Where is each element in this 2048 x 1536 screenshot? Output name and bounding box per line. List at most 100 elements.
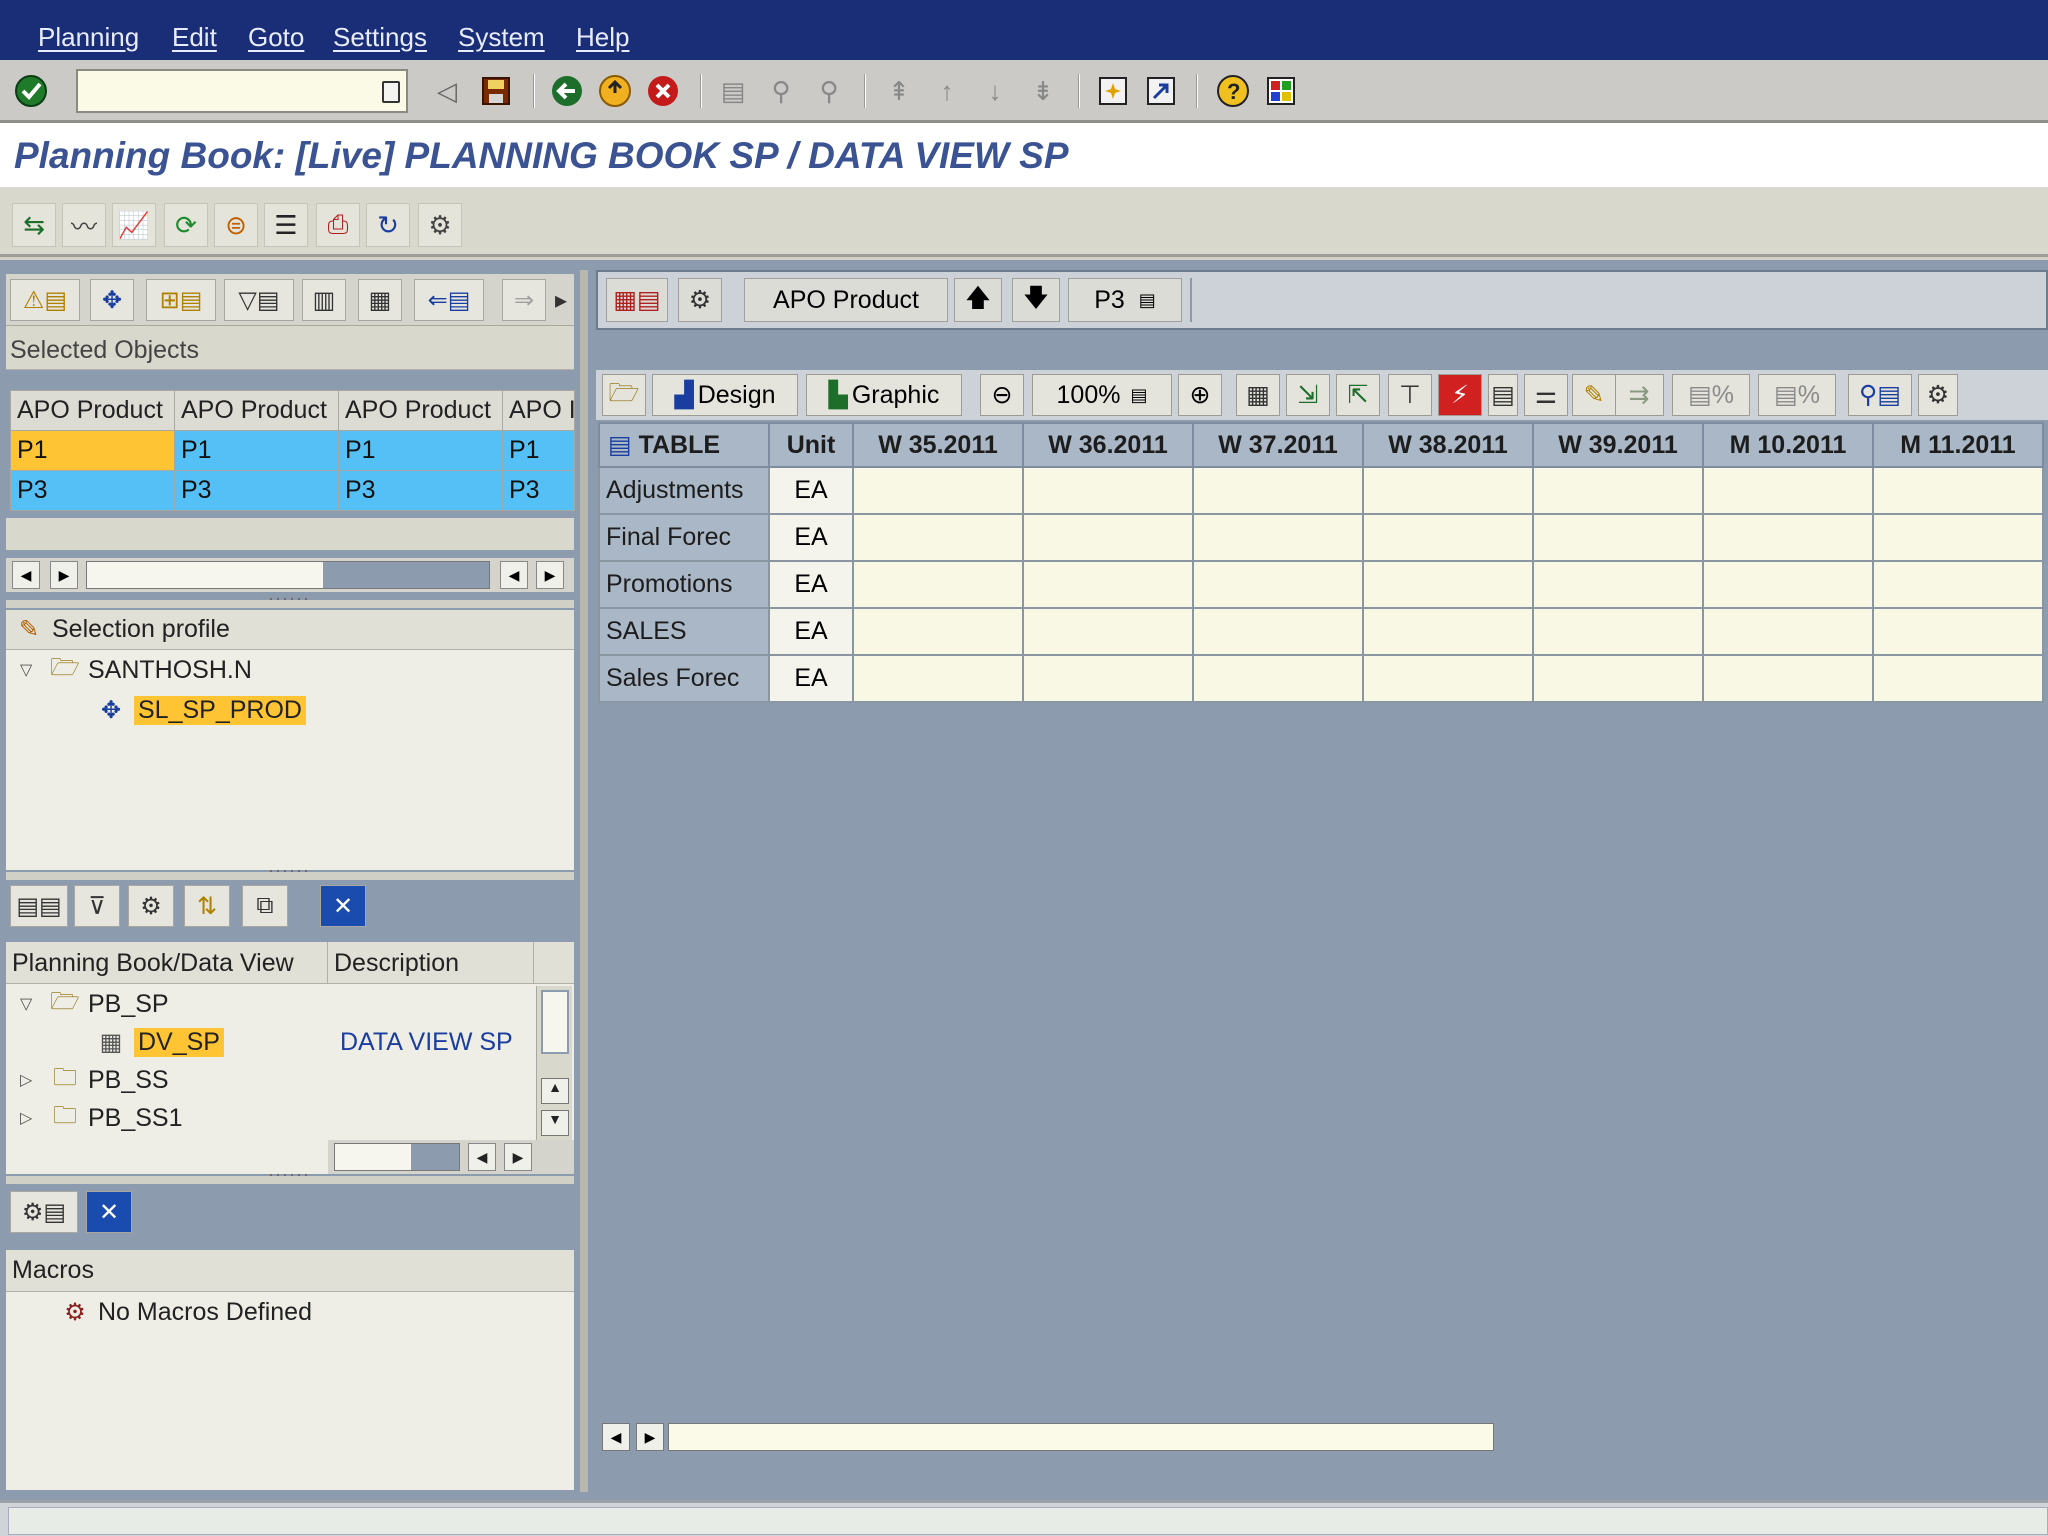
tree-node-user[interactable]: ▽ 🗁 SANTHOSH.N bbox=[6, 652, 252, 688]
tree-node-profile[interactable]: ✥ SL_SP_PROD bbox=[6, 692, 306, 728]
details-icon[interactable]: ▦ bbox=[358, 279, 402, 321]
grid-hscroll[interactable]: ◀ ▶ bbox=[598, 1420, 2048, 1454]
distribute-icon[interactable]: ⇉ bbox=[1614, 374, 1664, 416]
row-settings-icon[interactable]: ⚌ bbox=[1524, 374, 1568, 416]
table-row[interactable]: P1 P1 P1 P1 bbox=[10, 430, 575, 471]
alert-icon[interactable]: ⚡ bbox=[1438, 374, 1482, 416]
grid-settings-icon[interactable]: ⚙ bbox=[1918, 374, 1958, 416]
grid-cell[interactable] bbox=[1362, 560, 1534, 609]
key-figure-label[interactable]: Sales Forec bbox=[598, 654, 770, 703]
graphic-button[interactable]: ▙ Graphic bbox=[806, 374, 962, 416]
collapse-icon[interactable]: ▷ bbox=[20, 1108, 38, 1128]
search-grid-icon[interactable]: ⚲▤ bbox=[1848, 374, 1912, 416]
command-field[interactable] bbox=[76, 69, 408, 113]
open-folder-icon[interactable]: 🗁 bbox=[602, 374, 646, 416]
menu-goto[interactable]: Goto bbox=[248, 22, 304, 53]
zoom-dropdown[interactable]: 100% ▤ bbox=[1032, 374, 1172, 416]
load-selection-icon[interactable]: ⊞▤ bbox=[146, 279, 216, 321]
grid-cell[interactable] bbox=[1702, 607, 1874, 656]
scroll-thumb[interactable] bbox=[87, 562, 323, 588]
table-corner[interactable]: ▤ TABLE bbox=[598, 422, 770, 468]
key-figure-label[interactable]: SALES bbox=[598, 607, 770, 656]
menu-help[interactable]: Help bbox=[576, 22, 629, 53]
key-figure-label[interactable]: Promotions bbox=[598, 560, 770, 609]
alert-dropdown-icon[interactable]: ▤ bbox=[1488, 374, 1518, 416]
grid-cell[interactable] bbox=[852, 654, 1024, 703]
import-icon[interactable]: ⇱ bbox=[1336, 374, 1380, 416]
vertical-scrollbar[interactable]: ▲ ▼ bbox=[536, 986, 572, 1142]
design-button[interactable]: ▟ Design bbox=[652, 374, 798, 416]
table-cell[interactable]: P1 bbox=[174, 430, 339, 471]
save-icon[interactable] bbox=[477, 72, 515, 110]
column-header[interactable]: APO I bbox=[502, 390, 575, 431]
characteristic-value-field[interactable]: P3 ▤ bbox=[1068, 278, 1182, 322]
data-view-label[interactable]: DV_SP bbox=[134, 1027, 224, 1057]
sort-icon[interactable]: ⇅ bbox=[184, 885, 230, 927]
grid-cell[interactable] bbox=[1532, 560, 1704, 609]
enter-icon[interactable] bbox=[12, 72, 50, 110]
chart-tracking-icon[interactable]: 〰 bbox=[62, 203, 106, 247]
tree-node-pb-sp[interactable]: ▽ 🗁 PB_SP bbox=[6, 986, 169, 1022]
grid-cell[interactable] bbox=[1872, 513, 2044, 562]
scroll-left-icon[interactable]: ◀ bbox=[12, 561, 40, 589]
splitter[interactable] bbox=[6, 860, 574, 881]
grid-cell[interactable] bbox=[852, 513, 1024, 562]
show-selection-icon[interactable]: ⚠▤ bbox=[10, 279, 80, 321]
characteristic-button[interactable]: APO Product bbox=[744, 278, 948, 322]
grid-cell[interactable] bbox=[1022, 466, 1194, 515]
scroll-thumb[interactable] bbox=[668, 1423, 1494, 1451]
close-icon[interactable]: ✕ bbox=[86, 1191, 132, 1233]
graphic-icon[interactable]: 📈 bbox=[112, 203, 156, 247]
scroll-right-icon[interactable]: ▶ bbox=[536, 561, 564, 589]
grid-cell[interactable] bbox=[1872, 607, 2044, 656]
profile-node-label[interactable]: SL_SP_PROD bbox=[134, 695, 306, 725]
scroll-right-icon[interactable]: ▶ bbox=[50, 561, 78, 589]
value-help-icon[interactable]: ▤ bbox=[1139, 290, 1156, 311]
grid-cell[interactable] bbox=[1192, 654, 1364, 703]
period-header[interactable]: M 11.2011 bbox=[1872, 422, 2044, 468]
tree-node-pb-ss1[interactable]: ▷ 🗀 PB_SS1 bbox=[6, 1100, 183, 1136]
scroll-track[interactable] bbox=[334, 1143, 460, 1171]
scroll-up-icon[interactable]: ▲ bbox=[541, 1078, 569, 1104]
grid-cell[interactable] bbox=[1022, 560, 1194, 609]
grid-cell[interactable] bbox=[852, 466, 1024, 515]
hierarchy-icon[interactable]: ☰ bbox=[264, 203, 308, 247]
scroll-track[interactable] bbox=[86, 561, 490, 589]
switch-view-icon[interactable]: ⇆ bbox=[12, 203, 56, 247]
unit-header[interactable]: Unit bbox=[768, 422, 854, 468]
percent-copy-a-button[interactable]: ▤ % bbox=[1672, 374, 1750, 416]
command-input[interactable] bbox=[78, 71, 406, 111]
print-icon[interactable]: ▤ bbox=[714, 72, 752, 110]
grid-cell[interactable] bbox=[1702, 560, 1874, 609]
grid-cell[interactable] bbox=[1872, 466, 2044, 515]
zoom-out-icon[interactable]: ⊖ bbox=[980, 374, 1024, 416]
table-cell[interactable]: P1 bbox=[502, 430, 575, 471]
grid-cell[interactable] bbox=[1362, 607, 1534, 656]
find-planning-book-icon[interactable]: ⚙ bbox=[128, 885, 174, 927]
collapse-icon[interactable]: ▷ bbox=[20, 1070, 38, 1090]
table-cell[interactable]: P1 bbox=[10, 430, 175, 471]
grid-cell[interactable] bbox=[852, 560, 1024, 609]
grid-cell[interactable] bbox=[1702, 466, 1874, 515]
grid-cell[interactable] bbox=[1362, 654, 1534, 703]
grid-cell[interactable] bbox=[1192, 466, 1364, 515]
scroll-thumb[interactable] bbox=[541, 990, 569, 1054]
scroll-left-icon[interactable]: ◀ bbox=[468, 1143, 496, 1171]
find-next-icon[interactable]: ⚲ bbox=[810, 72, 848, 110]
grid-cell[interactable] bbox=[1022, 607, 1194, 656]
zoom-in-icon[interactable]: ⊕ bbox=[1178, 374, 1222, 416]
back-small-icon[interactable]: ◁ bbox=[428, 72, 466, 110]
key-figure-label[interactable]: Final Forec bbox=[598, 513, 770, 562]
shortcut-icon[interactable] bbox=[1142, 72, 1180, 110]
splitter[interactable] bbox=[6, 1164, 574, 1185]
grid-cell[interactable] bbox=[1872, 560, 2044, 609]
grid-cell[interactable] bbox=[1022, 654, 1194, 703]
splitter[interactable] bbox=[6, 588, 574, 609]
last-page-icon[interactable]: ⇟ bbox=[1024, 72, 1062, 110]
exit-icon[interactable] bbox=[596, 72, 634, 110]
grid-cell[interactable] bbox=[1022, 513, 1194, 562]
period-header[interactable]: W 35.2011 bbox=[852, 422, 1024, 468]
next-object-icon[interactable]: ⇒ bbox=[502, 279, 546, 321]
copy-icon[interactable]: ⧉ bbox=[242, 885, 288, 927]
period-header[interactable]: W 38.2011 bbox=[1362, 422, 1534, 468]
